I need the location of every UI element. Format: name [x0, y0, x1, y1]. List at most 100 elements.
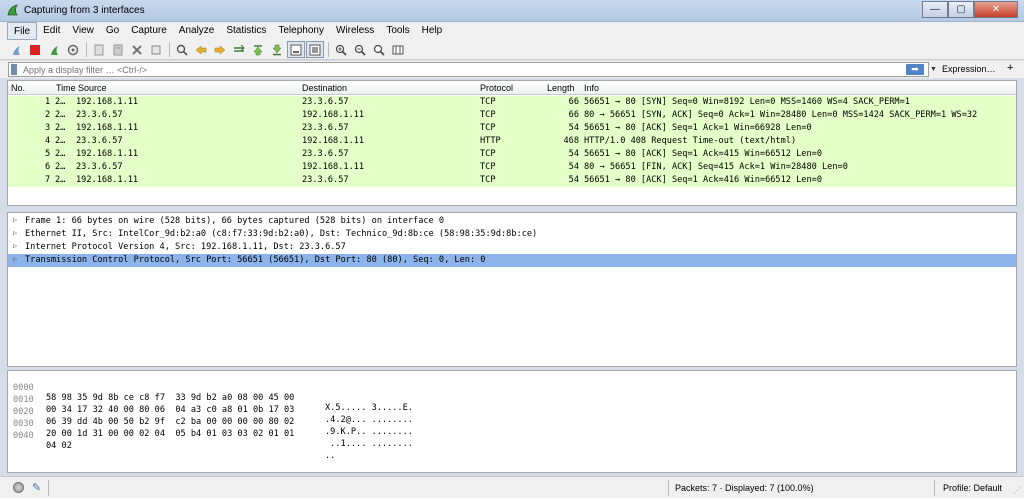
open-file-icon[interactable]	[90, 41, 108, 58]
zoom-out-icon[interactable]	[351, 41, 369, 58]
column-source[interactable]: Source	[78, 83, 107, 93]
add-filter-button[interactable]: +	[1007, 62, 1013, 74]
restart-capture-icon[interactable]	[45, 41, 63, 58]
tree-item[interactable]: ▷ Ethernet II, Src: IntelCor_9d:b2:a0 (c…	[8, 228, 1016, 241]
cell-no: 6	[45, 162, 51, 172]
menu-help[interactable]: Help	[416, 22, 449, 40]
cell-length: 54	[568, 175, 579, 185]
cell-info: 80 → 56651 [SYN, ACK] Seq=0 Ack=1 Win=28…	[584, 110, 978, 120]
window-title: Capturing from 3 interfaces	[24, 5, 145, 16]
filter-dropdown-icon[interactable]: ▼	[930, 62, 938, 77]
profile-label[interactable]: Profile: Default	[943, 483, 1002, 493]
go-to-packet-icon[interactable]	[230, 41, 248, 58]
zoom-in-icon[interactable]	[332, 41, 350, 58]
tree-item[interactable]: ▷ Internet Protocol Version 4, Src: 192.…	[8, 241, 1016, 254]
column-no[interactable]: No.	[11, 83, 25, 93]
menu-go[interactable]: Go	[100, 22, 125, 40]
expand-arrow-icon[interactable]: ▷	[13, 229, 17, 237]
menu-wireless[interactable]: Wireless	[330, 22, 380, 40]
resize-columns-icon[interactable]	[389, 41, 407, 58]
display-filter-field[interactable]: ➡	[8, 62, 929, 77]
expand-arrow-icon[interactable]: ▷	[13, 242, 17, 250]
normal-size-icon[interactable]	[370, 41, 388, 58]
go-back-icon[interactable]	[192, 41, 210, 58]
table-row[interactable]: 4 2… 23.3.6.57 192.168.1.11 HTTP 468 HTT…	[8, 135, 1016, 148]
column-info[interactable]: Info	[584, 83, 599, 93]
column-protocol[interactable]: Protocol	[480, 83, 513, 93]
capture-options-icon[interactable]	[64, 41, 82, 58]
edit-comment-icon[interactable]: ✎	[32, 481, 41, 494]
cell-source: 192.168.1.11	[76, 123, 139, 133]
reload-file-icon[interactable]	[147, 41, 165, 58]
cell-info: 56651 → 80 [ACK] Seq=1 Ack=1 Win=66928 L…	[584, 123, 812, 133]
table-row[interactable]: 6 2… 23.3.6.57 192.168.1.11 TCP 54 80 → …	[8, 161, 1016, 174]
resize-grip-icon[interactable]: ⋰	[1013, 486, 1021, 495]
bytes-row[interactable]: 0000 58 98 35 9d 8b ce c8 f7 33 9d b2 a0…	[8, 373, 1016, 413]
save-file-icon[interactable]	[109, 41, 127, 58]
find-packet-icon[interactable]	[173, 41, 191, 58]
menu-capture[interactable]: Capture	[125, 22, 173, 40]
cell-destination: 23.3.6.57	[302, 175, 349, 185]
tree-item-selected[interactable]: ▷ Transmission Control Protocol, Src Por…	[8, 254, 1016, 267]
bytes-row[interactable]: 0010 00 34 17 32 40 00 80 06 04 a3 c0 a8…	[8, 385, 1016, 425]
autoscroll-icon[interactable]	[287, 41, 305, 58]
table-row[interactable]: 3 2… 192.168.1.11 23.3.6.57 TCP 54 56651…	[8, 122, 1016, 135]
cell-protocol: TCP	[480, 175, 496, 185]
apply-filter-arrow-icon[interactable]: ➡	[906, 64, 924, 75]
table-row[interactable]: 5 2… 192.168.1.11 23.3.6.57 TCP 54 56651…	[8, 148, 1016, 161]
table-row[interactable]: 1 2… 192.168.1.11 23.3.6.57 TCP 66 56651…	[8, 96, 1016, 109]
cell-destination: 192.168.1.11	[302, 110, 365, 120]
menu-telephony[interactable]: Telephony	[272, 22, 330, 40]
cell-source: 192.168.1.11	[76, 97, 139, 107]
cell-time: 2…	[55, 175, 66, 185]
close-file-icon[interactable]	[128, 41, 146, 58]
cell-no: 5	[45, 149, 51, 159]
bytes-row[interactable]: 0020 06 39 dd 4b 00 50 b2 9f c2 ba 00 00…	[8, 397, 1016, 437]
tree-item-label: Transmission Control Protocol, Src Port:…	[25, 255, 486, 265]
cell-time: 2…	[55, 110, 66, 120]
menu-tools[interactable]: Tools	[380, 22, 415, 40]
maximize-button[interactable]: ▢	[948, 1, 974, 18]
close-button[interactable]: ✕	[974, 1, 1018, 18]
tree-item-label: Internet Protocol Version 4, Src: 192.16…	[25, 242, 346, 252]
bytes-row[interactable]: 0030 20 00 1d 31 00 00 02 04 05 b4 01 03…	[8, 409, 1016, 449]
cell-destination: 23.3.6.57	[302, 97, 349, 107]
go-to-first-packet-icon[interactable]	[249, 41, 267, 58]
menu-file[interactable]: File	[7, 22, 38, 40]
cell-time: 2…	[55, 123, 66, 133]
menu-view[interactable]: View	[66, 22, 100, 40]
go-forward-icon[interactable]	[211, 41, 229, 58]
expression-button[interactable]: Expression…	[942, 64, 996, 74]
cell-length: 54	[568, 123, 579, 133]
column-time[interactable]: Time	[56, 83, 76, 93]
go-to-last-packet-icon[interactable]	[268, 41, 286, 58]
display-filter-input[interactable]	[23, 64, 903, 76]
cell-no: 3	[45, 123, 51, 133]
column-length[interactable]: Length	[547, 83, 575, 93]
tree-item[interactable]: ▷ Frame 1: 66 bytes on wire (528 bits), …	[8, 215, 1016, 228]
menu-edit[interactable]: Edit	[37, 22, 66, 40]
packets-count: Packets: 7 · Displayed: 7 (100.0%)	[675, 483, 814, 493]
expert-info-icon[interactable]	[13, 482, 24, 493]
packet-bytes: 0000 58 98 35 9d 8b ce c8 f7 33 9d b2 a0…	[7, 370, 1017, 473]
start-capture-icon[interactable]	[7, 41, 25, 58]
main-toolbar	[0, 40, 1024, 60]
status-divider	[48, 480, 49, 496]
table-row[interactable]: 7 2… 192.168.1.11 23.3.6.57 TCP 54 56651…	[8, 174, 1016, 187]
cell-time: 2…	[55, 97, 66, 107]
bytes-row[interactable]: 0040 04 02 ..	[8, 421, 1016, 461]
cell-no: 4	[45, 136, 51, 146]
stop-capture-icon[interactable]	[26, 41, 44, 58]
cell-protocol: TCP	[480, 162, 496, 172]
menu-statistics[interactable]: Statistics	[220, 22, 272, 40]
packet-details: ▷ Frame 1: 66 bytes on wire (528 bits), …	[7, 212, 1017, 367]
minimize-button[interactable]: —	[922, 1, 948, 18]
colorize-icon[interactable]	[306, 41, 324, 58]
menu-analyze[interactable]: Analyze	[173, 22, 221, 40]
expand-arrow-icon[interactable]: ▷	[13, 216, 17, 224]
bookmark-icon[interactable]	[11, 64, 17, 75]
table-row[interactable]: 2 2… 23.3.6.57 192.168.1.11 TCP 66 80 → …	[8, 109, 1016, 122]
title-bar: Capturing from 3 interfaces — ▢ ✕	[0, 0, 1024, 22]
column-destination[interactable]: Destination	[302, 83, 347, 93]
expand-arrow-icon[interactable]: ▷	[13, 255, 17, 263]
